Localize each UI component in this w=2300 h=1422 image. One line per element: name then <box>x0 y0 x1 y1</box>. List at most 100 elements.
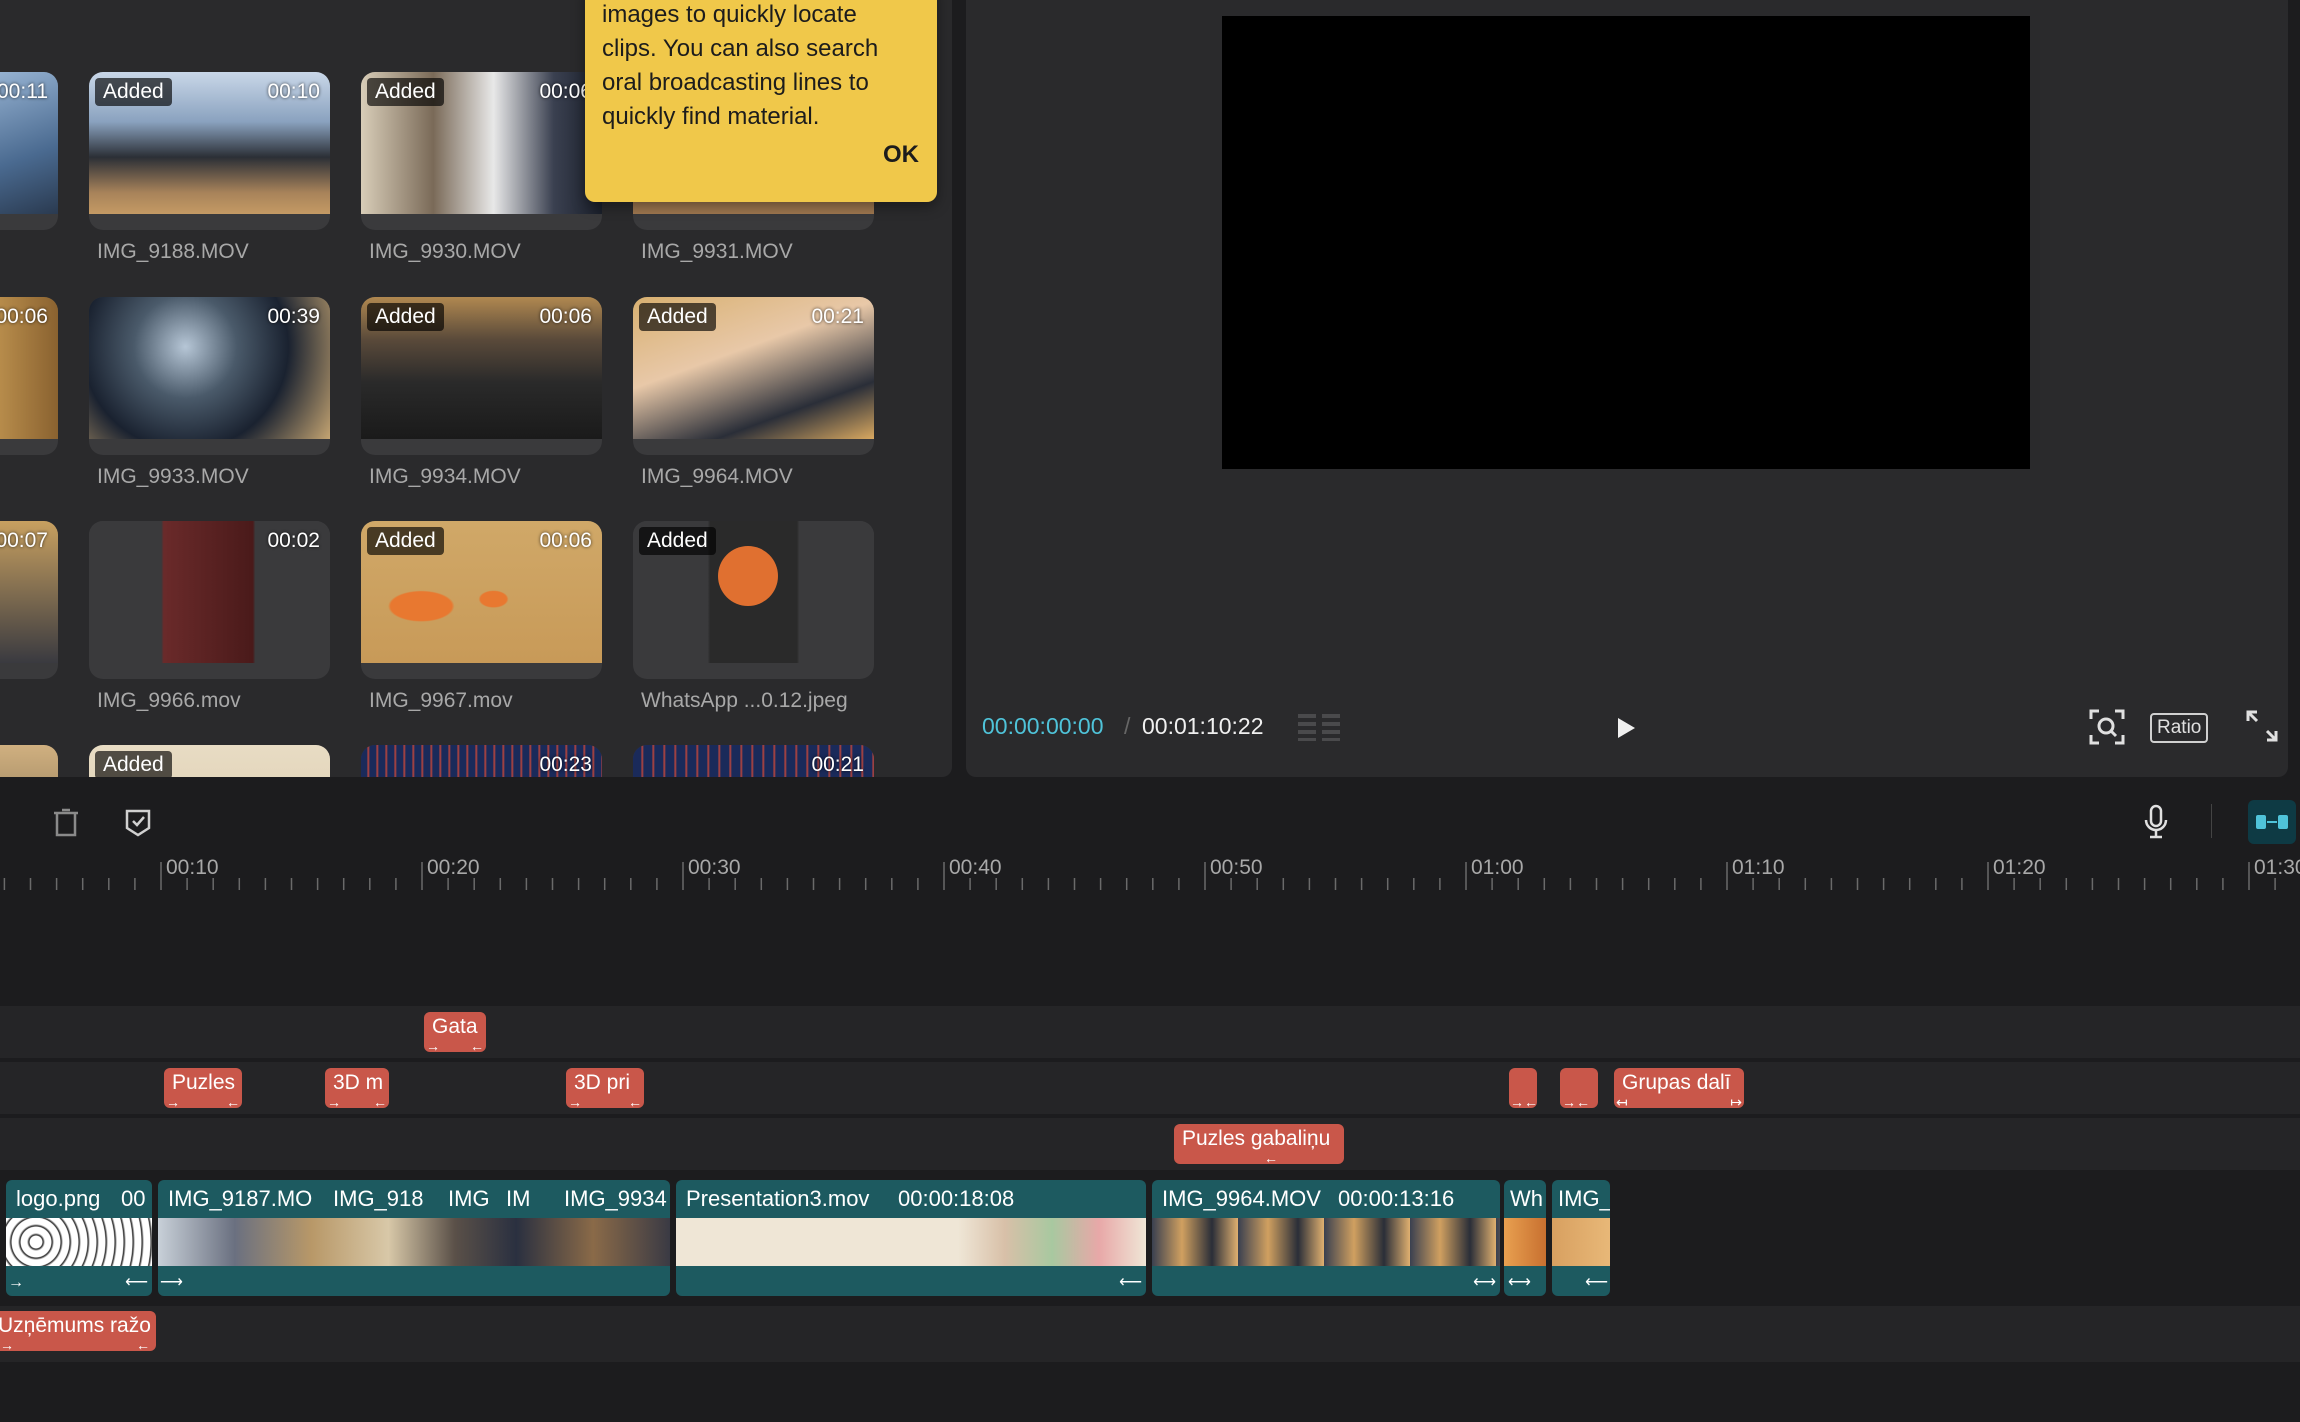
microphone-icon[interactable] <box>2143 804 2169 840</box>
added-badge: Added <box>639 303 716 331</box>
clip-label: IMG_9187.MO <box>168 1186 313 1211</box>
media-clip-thumb[interactable]: 00:23 <box>361 745 602 777</box>
text-clip[interactable]: 3D m → ← <box>325 1068 389 1108</box>
added-badge: Added <box>367 303 444 331</box>
text-track <box>0 1118 2300 1170</box>
media-clip-thumb[interactable] <box>0 745 58 777</box>
clip-name: IMG_9967.mov <box>369 689 513 712</box>
toolbar-divider <box>2211 804 2212 838</box>
clip-duration: 00:06 <box>539 305 592 328</box>
trim-arrow-icon: → <box>327 1094 341 1108</box>
ruler-label: 01:10 <box>1732 856 1785 879</box>
text-track <box>0 1306 2300 1362</box>
timeline-clip[interactable]: IMG_ ⟵ <box>1552 1180 1610 1296</box>
media-library-panel: 00:11 Added 00:10 Added 00:06 IMG_9188.M… <box>0 0 952 777</box>
text-track <box>0 1006 2300 1058</box>
text-clip[interactable]: 3D pri → ← <box>566 1068 644 1108</box>
marker-icon[interactable] <box>124 808 152 838</box>
timeline-clip[interactable]: IMG_9964.MOV 00:00:13:16 ⟷ <box>1152 1180 1500 1296</box>
text-clip[interactable]: Grupas dalī ↤ ↦ <box>1614 1068 1744 1108</box>
trim-arrow-icon: ← <box>470 1038 484 1052</box>
current-timecode: 00:00:00:00 <box>982 713 1104 739</box>
trim-arrow-icon: ↦ <box>1730 1094 1742 1108</box>
delete-icon[interactable] <box>52 808 80 838</box>
timeline-clip[interactable]: IMG_9187.MO IMG_918 IMG IM IMG_9934 ⟶ <box>158 1180 670 1296</box>
timeline-ruler[interactable]: 00:10 00:20 00:30 00:40 00:50 01:00 01:1… <box>0 856 2300 890</box>
trim-arrow-icon: → <box>426 1038 440 1052</box>
clip-duration: 00:00:13:16 <box>1338 1186 1455 1211</box>
clip-frames <box>1552 1218 1610 1266</box>
clip-label: IMG_ <box>1558 1186 1610 1211</box>
text-clip-label: Puzles gabaliņu <box>1182 1127 1331 1150</box>
media-clip-thumb[interactable]: Added 00:10 <box>89 72 330 230</box>
media-clip-thumb[interactable]: Added 00:06 <box>361 521 602 679</box>
trim-arrow-icon: → <box>8 1274 24 1291</box>
media-clip-thumb[interactable]: 00:02 <box>89 521 330 679</box>
trim-arrow-icon: ← <box>136 1337 150 1351</box>
clip-name: IMG_9933.MOV <box>97 465 249 488</box>
clip-duration: 00:00:18:08 <box>898 1186 1015 1211</box>
ruler-label: 01:20 <box>1993 856 2046 879</box>
clip-duration: 00:23 <box>539 753 592 776</box>
media-clip-thumb[interactable]: 00:07 <box>0 521 58 679</box>
text-clip[interactable]: →← <box>1560 1068 1598 1108</box>
text-clip-label: Uzņēmums ražo <box>0 1314 151 1337</box>
video-preview <box>1222 16 2030 469</box>
clip-duration: 00:21 <box>811 305 864 328</box>
clip-duration: 00:10 <box>267 80 320 103</box>
clip-name: IMG_9930.MOV <box>369 240 521 263</box>
text-clip[interactable]: Uzņēmums ražo → ← <box>0 1311 156 1351</box>
media-clip-thumb[interactable]: Added <box>89 745 330 777</box>
text-clip-label: Gata <box>432 1015 478 1038</box>
media-clip-thumb[interactable]: 00:39 <box>89 297 330 455</box>
clip-name: WhatsApp ...0.12.jpeg <box>641 689 848 712</box>
clip-name: IMG_9188.MOV <box>97 240 249 263</box>
trim-arrow-icon: ← <box>628 1094 642 1108</box>
zoom-fit-icon[interactable] <box>2088 708 2126 746</box>
ratio-button[interactable]: Ratio <box>2150 713 2209 743</box>
clip-duration: 00:21 <box>811 753 864 776</box>
timeline-clip[interactable]: Presentation3.mov 00:00:18:08 ⟵ <box>676 1180 1146 1296</box>
fullscreen-icon[interactable] <box>2244 708 2280 744</box>
ruler-ticks <box>3 862 2276 890</box>
media-clip-thumb[interactable]: Added <box>633 521 874 679</box>
text-clip[interactable]: Puzles gabaliņu ← <box>1174 1124 1344 1164</box>
text-clip[interactable]: Gata → ← <box>424 1012 486 1052</box>
trim-arrow-icon: ⟶ <box>160 1274 183 1291</box>
play-icon[interactable] <box>1611 714 1639 742</box>
ruler-label: 00:20 <box>427 856 480 879</box>
trim-arrow-icon: ↤ <box>1616 1094 1628 1108</box>
clip-name: IMG_9931.MOV <box>641 240 793 263</box>
clip-name: IMG_9934.MOV <box>369 465 521 488</box>
ruler-label: 01:00 <box>1471 856 1524 879</box>
text-clip-label: 3D m <box>333 1071 384 1094</box>
ruler-label: 01:30 <box>2254 856 2300 879</box>
preview-panel: 00:00:00:00 / 00:01:10:22 Ratio <box>966 0 2288 777</box>
timeline-clip[interactable]: logo.png 00 → ⟵ <box>6 1180 152 1296</box>
clip-duration: 00:39 <box>267 305 320 328</box>
clip-frames <box>1152 1218 1500 1266</box>
clip-name: IMG_9964.MOV <box>641 465 793 488</box>
media-clip-thumb[interactable]: 00:11 <box>0 72 58 230</box>
grid-view-icon[interactable] <box>1298 712 1342 742</box>
media-clip-thumb[interactable]: 00:21 <box>633 745 874 777</box>
trim-arrow-icon: → <box>568 1094 582 1108</box>
clip-label: IMG_918 <box>333 1186 424 1211</box>
media-clip-thumb[interactable]: Added 00:21 <box>633 297 874 455</box>
snap-toggle-button[interactable] <box>2248 800 2296 844</box>
trim-arrow-icon: ⟷ <box>1508 1274 1531 1291</box>
trim-arrow-icon: ⟵ <box>125 1274 148 1291</box>
clip-duration: 00:07 <box>0 529 48 552</box>
text-clip[interactable]: Puzles → ← <box>164 1068 242 1108</box>
text-clip[interactable]: →← <box>1509 1068 1537 1108</box>
media-clip-thumb[interactable]: 00:06 <box>0 297 58 455</box>
media-clip-thumb[interactable]: Added 00:06 <box>361 297 602 455</box>
clip-duration: 00 <box>121 1186 146 1211</box>
text-clip-label: Grupas dalī <box>1622 1071 1731 1094</box>
tooltip-ok-button[interactable]: OK <box>883 138 919 172</box>
ruler-label: 00:10 <box>166 856 219 879</box>
text-clip-label: Puzles <box>172 1071 236 1094</box>
media-clip-thumb[interactable]: Added 00:06 <box>361 72 602 230</box>
clip-label: logo.png <box>16 1186 101 1211</box>
timeline-clip[interactable]: Wh ⟷ <box>1504 1180 1546 1296</box>
